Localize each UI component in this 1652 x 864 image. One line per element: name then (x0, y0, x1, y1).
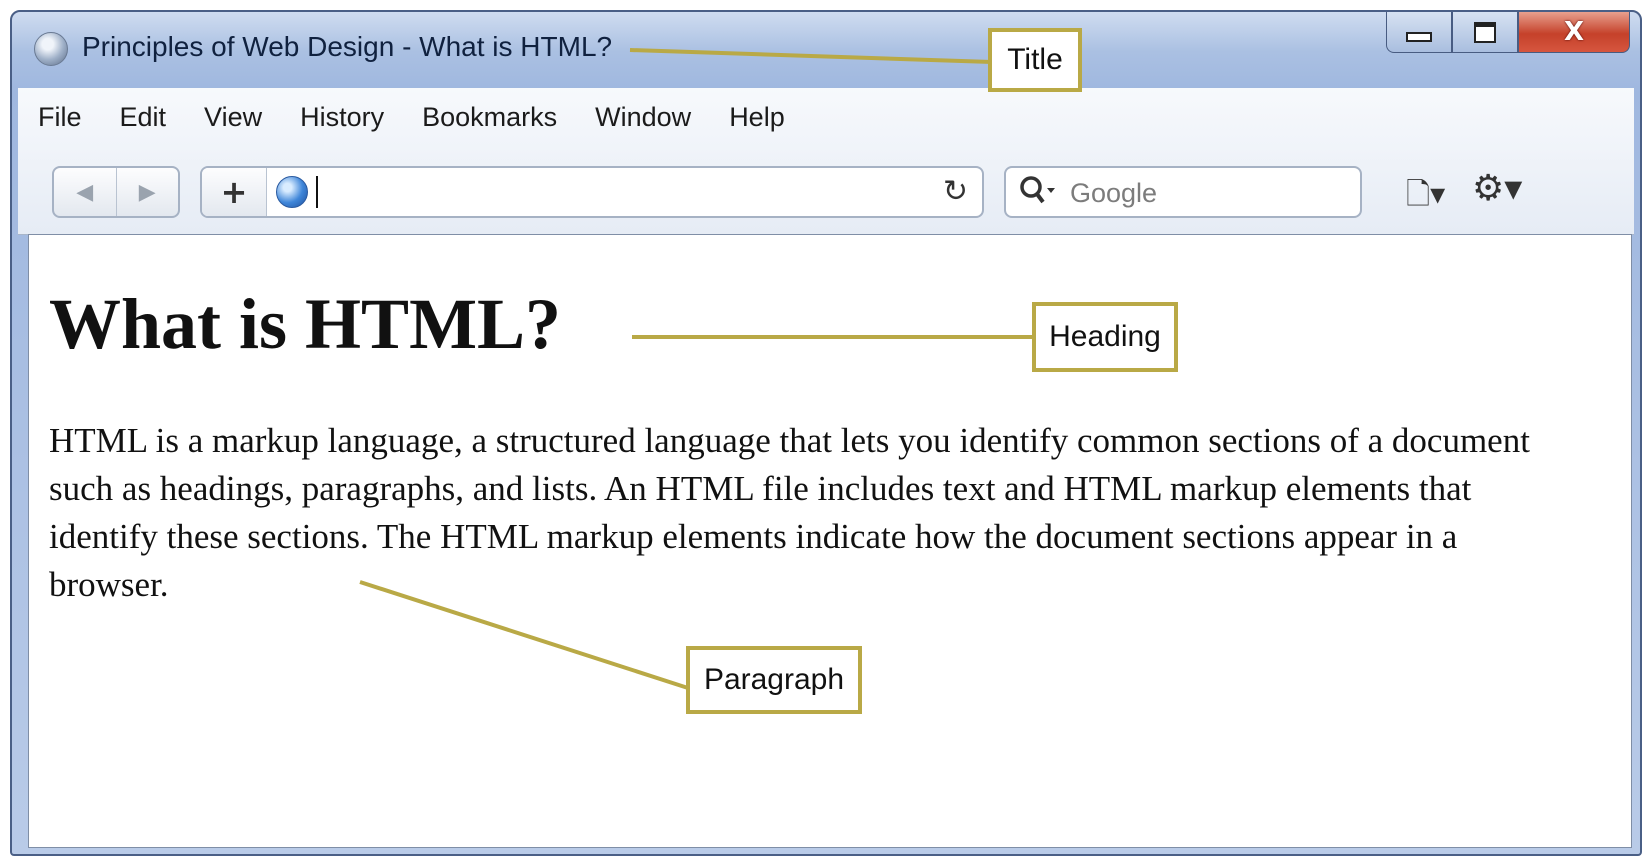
menu-window[interactable]: Window (595, 102, 691, 133)
close-icon: X (1563, 17, 1585, 47)
menu-file[interactable]: File (38, 102, 82, 133)
browser-app-icon (34, 32, 68, 66)
url-input[interactable] (312, 174, 876, 212)
search-bar (1004, 166, 1362, 218)
page-menu-icon[interactable]: 🗋▾ (1406, 172, 1445, 223)
new-tab-plus-icon: + (220, 173, 248, 211)
close-button[interactable]: X (1518, 12, 1630, 53)
search-input[interactable] (1068, 175, 1352, 211)
window-title: Principles of Web Design - What is HTML? (82, 31, 613, 62)
page-viewport: What is HTML? HTML is a markup language,… (28, 234, 1632, 848)
title-callout: Title (988, 28, 1082, 92)
title-bar: Principles of Web Design - What is HTML?… (12, 12, 1640, 82)
maximize-icon (1474, 21, 1496, 43)
menu-bar: File Edit View History Bookmarks Window … (38, 102, 823, 133)
menu-bookmarks[interactable]: Bookmarks (422, 102, 557, 133)
page-heading: What is HTML? (49, 284, 562, 364)
menu-history[interactable]: History (300, 102, 384, 133)
browser-chrome: File Edit View History Bookmarks Window … (18, 88, 1634, 235)
maximize-button[interactable] (1452, 12, 1518, 53)
text-caret (316, 176, 318, 208)
minimize-button[interactable] (1386, 12, 1452, 53)
back-arrow-icon: ◀ (76, 179, 94, 205)
menu-edit[interactable]: Edit (120, 102, 167, 133)
globe-icon (276, 176, 308, 208)
back-button[interactable]: ◀ (54, 168, 116, 216)
navigation-toolbar: ◀ ▶ + ↻ Google 🗋▾ ⚙▾ (52, 166, 1610, 222)
new-tab-button[interactable]: + (202, 168, 267, 216)
menu-view[interactable]: View (204, 102, 262, 133)
back-forward-group: ◀ ▶ (52, 166, 180, 218)
search-icon[interactable] (1018, 174, 1058, 215)
browser-window: Principles of Web Design - What is HTML?… (10, 10, 1642, 856)
forward-button[interactable]: ▶ (115, 168, 179, 216)
search-magnifier-icon (1020, 176, 1055, 204)
window-controls: X (1386, 12, 1630, 60)
menu-help[interactable]: Help (729, 102, 785, 133)
reload-icon[interactable]: ↻ (943, 174, 968, 209)
forward-arrow-icon: ▶ (138, 179, 156, 205)
paragraph-callout: Paragraph (686, 646, 862, 714)
heading-callout: Heading (1032, 302, 1178, 372)
page-paragraph: HTML is a markup language, a structured … (49, 421, 1530, 604)
minimize-icon (1406, 32, 1432, 42)
address-bar: + ↻ (200, 166, 984, 218)
gear-icon[interactable]: ⚙▾ (1472, 168, 1522, 209)
